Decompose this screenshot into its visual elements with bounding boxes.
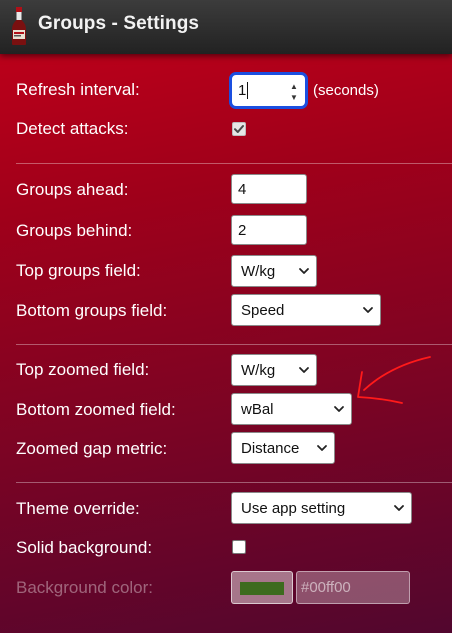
solid-background-label: Solid background: bbox=[16, 538, 153, 557]
window-title: Groups - Settings bbox=[38, 13, 200, 34]
background-color-picker[interactable] bbox=[231, 571, 293, 604]
groups-behind-input[interactable]: 2 bbox=[231, 215, 307, 245]
groups-ahead-value: 4 bbox=[238, 180, 247, 198]
solid-background-checkbox[interactable] bbox=[232, 540, 246, 554]
background-color-hex-value: #00ff00 bbox=[301, 579, 351, 596]
background-color-label: Background color: bbox=[16, 578, 154, 597]
bottom-zoomed-field-value: wBal bbox=[241, 400, 274, 418]
title-bar: Groups - Settings bbox=[0, 0, 452, 54]
bottom-zoomed-field-select[interactable]: wBal bbox=[231, 393, 352, 425]
bottom-groups-field-select[interactable]: Speed bbox=[231, 294, 381, 326]
checkmark-icon bbox=[234, 125, 244, 133]
bottom-groups-field-label: Bottom groups field: bbox=[16, 301, 168, 320]
theme-override-select[interactable]: Use app setting bbox=[231, 492, 412, 524]
section-divider bbox=[16, 482, 452, 483]
background-color-hex-input[interactable]: #00ff00 bbox=[296, 571, 410, 604]
annotation-arrow-icon bbox=[357, 356, 431, 404]
section-divider bbox=[16, 163, 452, 164]
zoomed-gap-metric-label: Zoomed gap metric: bbox=[16, 439, 168, 458]
chevron-down-icon bbox=[317, 445, 327, 451]
refresh-interval-value: 1 bbox=[238, 82, 247, 99]
top-groups-field-label: Top groups field: bbox=[16, 261, 141, 280]
top-groups-field-value: W/kg bbox=[241, 262, 276, 280]
groups-behind-value: 2 bbox=[238, 221, 247, 239]
color-swatch bbox=[240, 582, 284, 595]
top-groups-field-select[interactable]: W/kg bbox=[231, 255, 317, 287]
theme-override-label: Theme override: bbox=[16, 499, 140, 518]
groups-ahead-input[interactable]: 4 bbox=[231, 174, 307, 204]
section-divider bbox=[16, 344, 452, 345]
zoomed-gap-metric-select[interactable]: Distance bbox=[231, 432, 335, 464]
chevron-down-icon bbox=[334, 406, 344, 412]
refresh-interval-unit: (seconds) bbox=[313, 82, 379, 99]
groups-ahead-label: Groups ahead: bbox=[16, 180, 129, 199]
spin-up-icon[interactable]: ▲ bbox=[290, 82, 298, 91]
top-zoomed-field-label: Top zoomed field: bbox=[16, 360, 150, 379]
theme-override-value: Use app setting bbox=[241, 499, 346, 517]
bottom-groups-field-value: Speed bbox=[241, 301, 285, 319]
zoomed-gap-metric-value: Distance bbox=[241, 439, 300, 457]
spin-down-icon[interactable]: ▼ bbox=[290, 93, 298, 102]
detect-attacks-checkbox[interactable] bbox=[232, 122, 246, 136]
bottom-zoomed-field-label: Bottom zoomed field: bbox=[16, 400, 176, 419]
chevron-down-icon bbox=[363, 307, 373, 313]
refresh-interval-input[interactable]: 1 ▲ ▼ bbox=[229, 72, 308, 109]
top-zoomed-field-select[interactable]: W/kg bbox=[231, 354, 317, 386]
refresh-interval-label: Refresh interval: bbox=[16, 80, 140, 99]
top-zoomed-field-value: W/kg bbox=[241, 361, 276, 379]
bottle-icon bbox=[12, 7, 26, 45]
chevron-down-icon bbox=[299, 268, 309, 274]
chevron-down-icon bbox=[299, 367, 309, 373]
text-caret bbox=[247, 82, 249, 99]
detect-attacks-label: Detect attacks: bbox=[16, 119, 129, 138]
number-spinner[interactable]: ▲ ▼ bbox=[289, 82, 299, 102]
chevron-down-icon bbox=[394, 505, 404, 511]
groups-behind-label: Groups behind: bbox=[16, 221, 133, 240]
